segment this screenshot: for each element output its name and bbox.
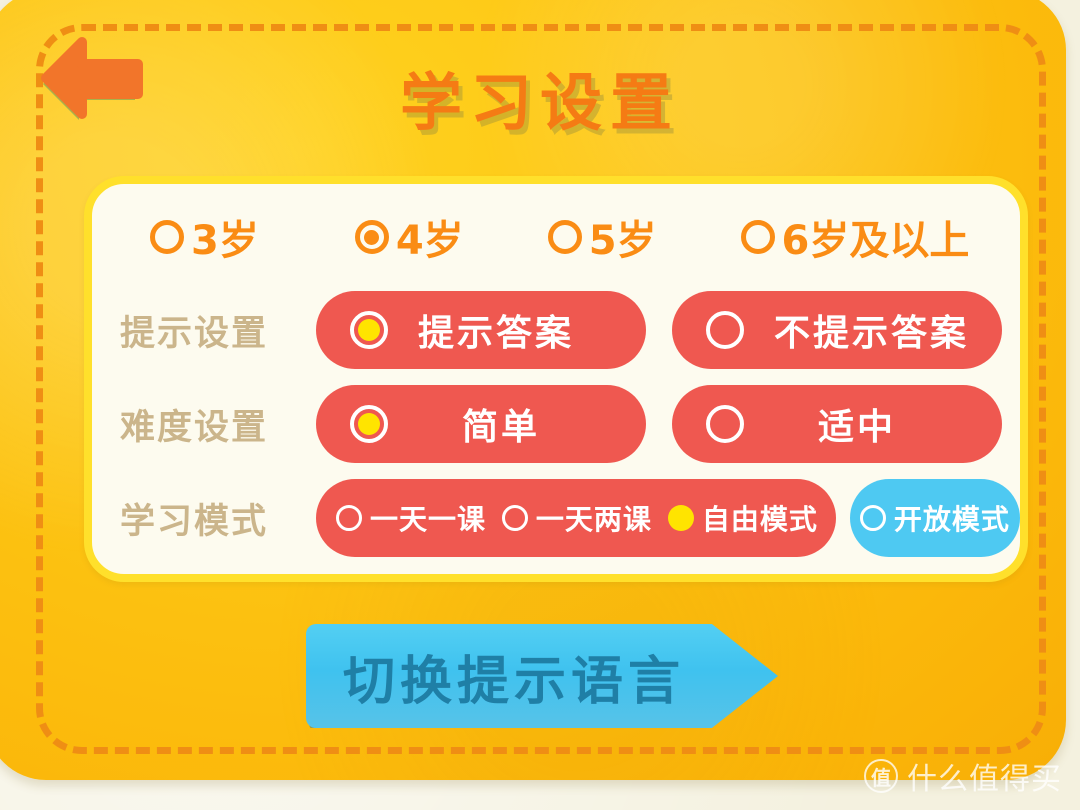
- radio-selected-icon: [354, 220, 389, 254]
- mode-option-label: 自由模式: [701, 503, 818, 536]
- hint-option-label: 提示答案: [418, 313, 575, 354]
- age-option-5[interactable]: 5岁: [547, 208, 657, 266]
- switch-hint-language-label: 切换提示语言: [342, 651, 685, 712]
- radio-unselected-icon: [859, 505, 886, 531]
- watermark-text: 什么值得买: [907, 762, 1062, 797]
- age-option-6-plus[interactable]: 6岁及以上: [740, 208, 970, 266]
- app-screen: 学习设置 3岁 4岁 5岁 6岁及以上 提示设置 提示答案 不提示答案 难度设置…: [0, 0, 1080, 810]
- mode-option-free[interactable]: 自由模式: [667, 498, 818, 538]
- radio-unselected-icon: [150, 220, 184, 254]
- back-arrow-icon[interactable]: [34, 32, 146, 136]
- hint-option-show-answer[interactable]: 提示答案: [316, 291, 646, 369]
- age-option-label: 4岁: [395, 218, 464, 264]
- hint-settings-label: 提示设置: [120, 313, 269, 354]
- page-title-text: 学习设置: [399, 66, 680, 139]
- switch-hint-language-button[interactable]: 切换提示语言: [306, 624, 778, 728]
- hint-option-label: 不提示答案: [774, 313, 970, 354]
- radio-unselected-icon: [706, 311, 744, 349]
- watermark-logo-icon: 值: [864, 759, 898, 793]
- age-group-row: 3岁 4岁 5岁 6岁及以上: [92, 208, 1020, 266]
- radio-unselected-icon: [547, 220, 582, 254]
- age-option-4[interactable]: 4岁: [354, 208, 464, 266]
- age-option-label: 6岁及以上: [781, 218, 970, 264]
- learning-mode-row: 学习模式 一天一课 一天两课 自由模式 开放模式: [92, 476, 1020, 560]
- difficulty-option-label: 适中: [818, 407, 897, 448]
- radio-selected-icon: [667, 505, 694, 531]
- radio-unselected-icon: [706, 405, 744, 443]
- hint-option-hide-answer[interactable]: 不提示答案: [672, 291, 1002, 369]
- difficulty-option-medium[interactable]: 适中: [672, 385, 1002, 463]
- difficulty-settings-label: 难度设置: [120, 407, 269, 448]
- learning-mode-label: 学习模式: [120, 501, 269, 542]
- radio-unselected-icon: [740, 220, 775, 254]
- age-option-label: 5岁: [588, 218, 657, 264]
- mode-option-label: 一天一课: [370, 503, 487, 536]
- mode-option-label: 一天两课: [535, 503, 652, 536]
- mode-option-one-lesson-per-day[interactable]: 一天一课: [336, 498, 486, 538]
- learning-mode-pill-group: 一天一课 一天两课 自由模式: [316, 479, 836, 557]
- page-title: 学习设置: [0, 52, 1080, 142]
- mode-option-label: 开放模式: [893, 503, 1010, 536]
- radio-unselected-icon: [336, 505, 362, 531]
- radio-selected-icon: [350, 311, 388, 349]
- mode-option-open[interactable]: 开放模式: [849, 479, 1020, 557]
- difficulty-option-label: 简单: [462, 407, 541, 448]
- hint-settings-row: 提示设置 提示答案 不提示答案: [92, 288, 1020, 372]
- age-option-3[interactable]: 3岁: [150, 208, 259, 266]
- settings-card: 3岁 4岁 5岁 6岁及以上 提示设置 提示答案 不提示答案 难度设置 简单 适…: [84, 176, 1028, 582]
- watermark: 值 什么值得买: [864, 754, 1062, 798]
- difficulty-option-easy[interactable]: 简单: [316, 385, 646, 463]
- age-option-label: 3岁: [191, 218, 259, 264]
- radio-unselected-icon: [501, 505, 528, 531]
- difficulty-settings-row: 难度设置 简单 适中: [92, 382, 1020, 466]
- mode-option-two-lessons-per-day[interactable]: 一天两课: [501, 498, 652, 538]
- radio-selected-icon: [350, 405, 388, 443]
